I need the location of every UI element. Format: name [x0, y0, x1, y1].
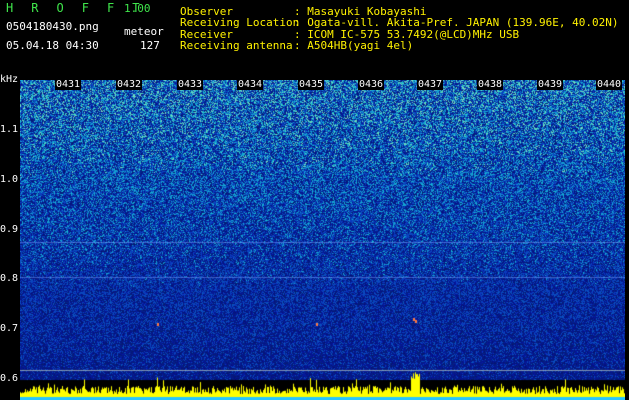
- time-tick-0440: 0440: [596, 79, 623, 90]
- info-antenna-label: Receiving antenna: [180, 39, 293, 52]
- time-tick-0436: 0436: [358, 79, 385, 90]
- freq-tick-0-7: 0.7: [0, 323, 19, 334]
- freq-tick-1-1: 1.1: [0, 124, 19, 135]
- freq-tick-0-6: 0.6: [0, 373, 19, 384]
- time-tick-0431: 0431: [55, 79, 82, 90]
- mode-label: meteor: [124, 25, 164, 38]
- time-tick-0433: 0433: [177, 79, 204, 90]
- freq-tick-0-9: 0.9: [0, 224, 19, 235]
- freq-unit-label: kHz: [0, 74, 19, 85]
- time-tick-0438: 0438: [477, 79, 504, 90]
- app-version: 1.00: [124, 2, 151, 15]
- spectrogram-plot: [20, 80, 625, 400]
- info-antenna-value: : A504HB(yagi 4el): [294, 39, 414, 52]
- filename: 0504180430.png: [6, 20, 99, 33]
- time-tick-0434: 0434: [237, 79, 264, 90]
- time-tick-0435: 0435: [298, 79, 325, 90]
- freq-tick-0-8: 0.8: [0, 273, 19, 284]
- event-count: 127: [140, 39, 160, 52]
- time-tick-0437: 0437: [417, 79, 444, 90]
- datetime: 05.04.18 04:30: [6, 39, 99, 52]
- freq-tick-1-0: 1.0: [0, 174, 19, 185]
- time-tick-0432: 0432: [116, 79, 143, 90]
- time-tick-0439: 0439: [537, 79, 564, 90]
